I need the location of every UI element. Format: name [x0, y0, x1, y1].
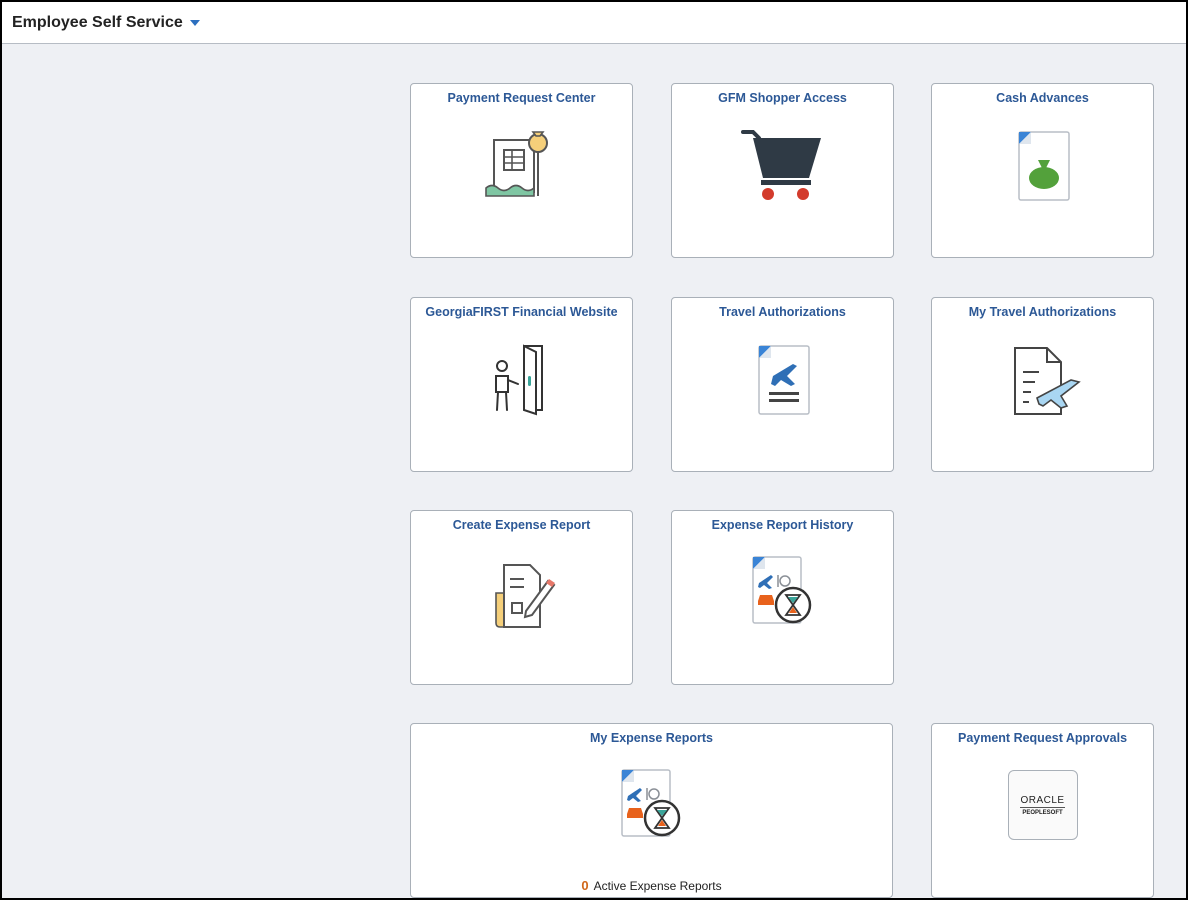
tile-title: Cash Advances [996, 91, 1089, 105]
caret-down-icon [189, 20, 200, 26]
tile-title: Payment Request Center [447, 91, 596, 105]
tile-my-expense-reports[interactable]: My Expense Reports 0 Active Expense Repor… [410, 723, 893, 898]
payment-document-icon [484, 131, 548, 197]
document-airplane-icon [1013, 347, 1081, 415]
tile-title: GFM Shopper Access [718, 91, 847, 105]
money-bag-document-icon [1017, 131, 1070, 201]
document-pencil-icon [494, 564, 555, 628]
homepage-selector[interactable]: Employee Self Service [12, 14, 200, 32]
peoplesoft-logo-text: PEOPLESOFT [1022, 809, 1063, 816]
tile-expense-report-history[interactable]: Expense Report History [671, 510, 894, 685]
tile-georgiafirst-financial-website[interactable]: GeorgiaFIRST Financial Website [410, 297, 633, 472]
oracle-peoplesoft-logo-icon: ORACLE PEOPLESOFT [1007, 770, 1078, 840]
plane-document-icon [757, 345, 810, 415]
tile-cash-advances[interactable]: Cash Advances [931, 83, 1154, 258]
tile-title: Payment Request Approvals [957, 731, 1128, 745]
tile-payment-request-approvals[interactable]: Payment Request Approvals ORACLE PEOPLES… [931, 723, 1154, 898]
oracle-logo-text: ORACLE [1020, 794, 1065, 808]
tile-create-expense-report[interactable]: Create Expense Report [410, 510, 633, 685]
count-label: Active Expense Reports [593, 879, 722, 893]
tile-title: My Expense Reports [590, 731, 713, 745]
tile-title: Travel Authorizations [719, 305, 846, 319]
count-value: 0 [581, 878, 589, 893]
tile-payment-request-center[interactable]: Payment Request Center [410, 83, 633, 258]
expense-hourglass-icon [751, 556, 811, 624]
tile-title: Create Expense Report [452, 518, 591, 532]
page-frame: Employee Self Service Payment Request Ce… [0, 0, 1188, 900]
expense-hourglass-icon [620, 769, 680, 837]
page-title: Employee Self Service [12, 13, 183, 31]
tile-travel-authorizations[interactable]: Travel Authorizations [671, 297, 894, 472]
tile-gfm-shopper-access[interactable]: GFM Shopper Access [671, 83, 894, 258]
active-expense-reports-count: 0 Active Expense Reports [411, 878, 892, 893]
person-door-icon [494, 344, 543, 416]
shopping-cart-icon [740, 130, 821, 200]
tile-title: GeorgiaFIRST Financial Website [425, 305, 618, 319]
tile-my-travel-authorizations[interactable]: My Travel Authorizations [931, 297, 1154, 472]
tile-title: My Travel Authorizations [968, 305, 1117, 319]
page-header: Employee Self Service [2, 2, 1186, 44]
tile-title: Expense Report History [711, 518, 854, 532]
